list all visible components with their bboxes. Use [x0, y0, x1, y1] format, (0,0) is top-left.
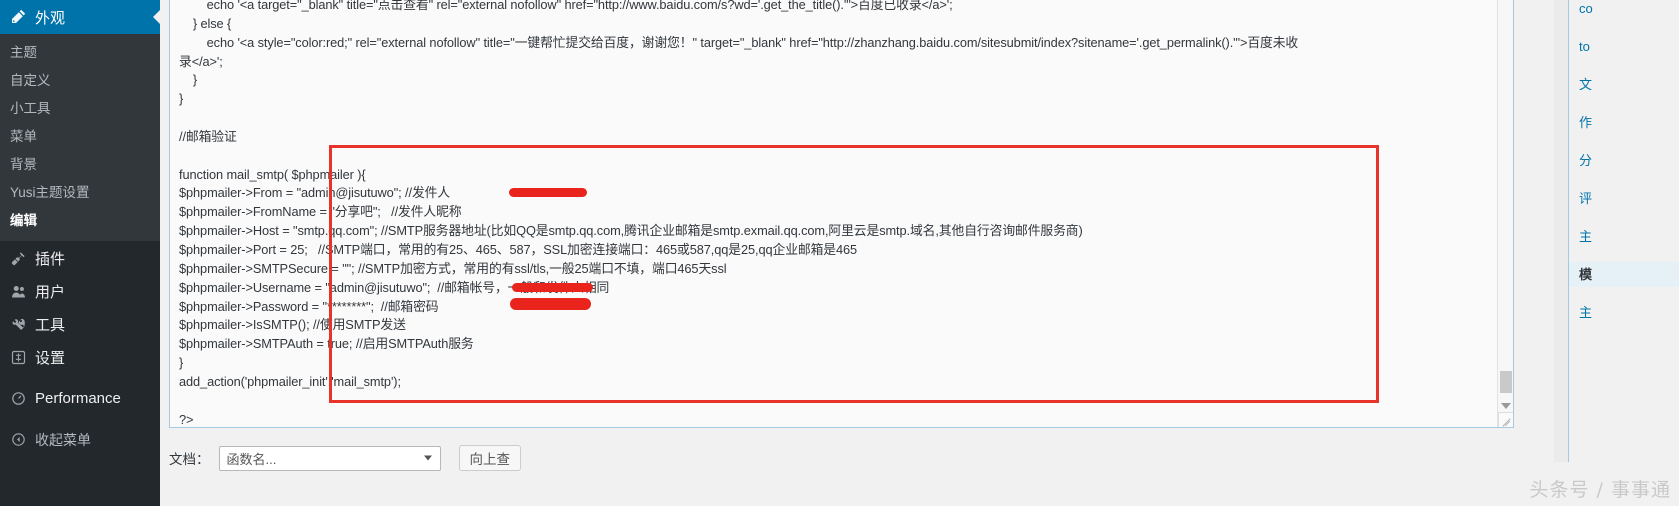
- password-redaction: [510, 298, 591, 310]
- code-line: $phpmailer->SMTPAuth = true; //启用SMTPAut…: [179, 336, 474, 352]
- submenu-item-themes[interactable]: 主题: [0, 39, 160, 67]
- collapse-arrow-icon: [8, 430, 28, 450]
- code-line: function mail_smtp( $phpmailer ){: [179, 166, 366, 182]
- file-list-item[interactable]: 主: [1569, 224, 1679, 249]
- sidebar-item-plugins-label: 插件: [35, 251, 66, 268]
- file-list-item[interactable]: 作: [1569, 110, 1679, 135]
- code-line: }: [179, 355, 184, 371]
- sidebar-item-tools[interactable]: 工具: [0, 308, 160, 341]
- file-list-item[interactable]: 文: [1569, 72, 1679, 97]
- textarea-scrollbar-thumb[interactable]: [1500, 371, 1512, 393]
- sidebar-item-appearance-label: 外观: [35, 9, 66, 27]
- editor-bottom-toolbar: 文档： 函数名... 向上查: [169, 443, 521, 473]
- submenu-item-yusi-theme-settings[interactable]: Yusi主题设置: [0, 179, 160, 207]
- code-line: //邮箱验证: [179, 128, 237, 144]
- submenu-item-editor[interactable]: 编辑: [0, 207, 160, 235]
- file-list-item[interactable]: 主: [1569, 300, 1679, 325]
- sidebar-item-collapse-label: 收起菜单: [35, 431, 91, 448]
- file-list-item[interactable]: co: [1569, 0, 1679, 21]
- code-line: $phpmailer->Password = "********"; //邮箱密…: [179, 298, 439, 314]
- code-line: ?>: [179, 411, 194, 427]
- from-email-redaction: [509, 188, 587, 197]
- appearance-brush-icon: [8, 7, 28, 27]
- wordpress-theme-editor-screen: 外观 主题 自定义 小工具 菜单 背景 Yusi主题设置 编辑 插件 用户 工具…: [0, 0, 1679, 506]
- theme-file-code-textarea[interactable]: echo '<a target="_blank" title="点击查看" re…: [169, 0, 1514, 428]
- code-line: $phpmailer->From = "admin@jisutuwo"; //发…: [179, 185, 451, 201]
- code-line: 录</a>';: [179, 53, 223, 69]
- theme-file-list: co to 文 作 分 评 主 模 主: [1568, 0, 1679, 462]
- textarea-vertical-scrollbar[interactable]: [1497, 0, 1513, 427]
- sidebar-item-tools-label: 工具: [35, 317, 66, 334]
- code-line: }: [179, 72, 197, 88]
- watermark-text: 头条号 / 事事通: [1529, 479, 1671, 501]
- performance-gauge-icon: [8, 389, 28, 409]
- code-line: echo '<a style="color:red;" rel="externa…: [179, 34, 1299, 50]
- code-line: $phpmailer->Port = 25; //SMTP端口，常用的有25、4…: [179, 241, 858, 257]
- function-name-select-value: 函数名...: [226, 451, 277, 467]
- submenu-item-menus[interactable]: 菜单: [0, 123, 160, 151]
- code-line: $phpmailer->FromName = "分享吧"; //发件人昵称: [179, 204, 462, 220]
- lookup-button-label: 向上查: [469, 452, 511, 467]
- submenu-item-background[interactable]: 背景: [0, 151, 160, 179]
- editor-main-panel: echo '<a target="_blank" title="点击查看" re…: [160, 0, 1551, 506]
- code-content: echo '<a target="_blank" title="点击查看" re…: [179, 0, 1513, 427]
- sidebar-item-appearance[interactable]: 外观: [0, 0, 160, 34]
- code-line: $phpmailer->Username = "admin@jisutuwo";…: [179, 279, 610, 295]
- appearance-submenu: 主题 自定义 小工具 菜单 背景 Yusi主题设置 编辑: [0, 34, 160, 241]
- sidebar-item-settings-label: 设置: [35, 350, 66, 367]
- code-line: }: [179, 91, 184, 107]
- textarea-resize-handle[interactable]: [1498, 412, 1513, 427]
- tools-wrench-icon: [8, 315, 28, 335]
- sidebar-item-users[interactable]: 用户: [0, 275, 160, 308]
- code-line: echo '<a target="_blank" title="点击查看" re…: [179, 0, 953, 12]
- code-line: $phpmailer->IsSMTP(); //使用SMTP发送: [179, 317, 406, 333]
- scroll-down-arrow-icon[interactable]: [1501, 403, 1511, 409]
- plugin-plug-icon: [8, 249, 28, 269]
- file-list-item-current[interactable]: 模: [1569, 262, 1679, 287]
- sidebar-item-settings[interactable]: 设置: [0, 341, 160, 374]
- code-line: $phpmailer->SMTPSecure = ""; //SMTP加密方式，…: [179, 260, 727, 276]
- documentation-label: 文档：: [169, 452, 210, 467]
- file-list-item[interactable]: 分: [1569, 148, 1679, 173]
- admin-sidebar: 外观 主题 自定义 小工具 菜单 背景 Yusi主题设置 编辑 插件 用户 工具…: [0, 0, 160, 506]
- sidebar-item-collapse-menu[interactable]: 收起菜单: [0, 423, 160, 456]
- code-line: add_action('phpmailer_init','mail_smtp')…: [179, 373, 401, 389]
- users-icon: [8, 282, 28, 302]
- submenu-item-widgets[interactable]: 小工具: [0, 95, 160, 123]
- file-list-item[interactable]: 评: [1569, 186, 1679, 211]
- code-line: $phpmailer->Host = "smtp.qq.com"; //SMTP…: [179, 223, 1083, 239]
- sidebar-item-performance-label: Performance: [35, 390, 121, 407]
- sidebar-current-arrow-icon: [153, 9, 160, 25]
- code-line: } else {: [179, 15, 232, 31]
- username-email-redaction: [512, 283, 593, 292]
- chevron-down-icon: [423, 455, 432, 461]
- file-list-item[interactable]: to: [1569, 34, 1679, 59]
- submenu-item-customize[interactable]: 自定义: [0, 67, 160, 95]
- settings-sliders-icon: [8, 348, 28, 368]
- function-name-select[interactable]: 函数名...: [218, 445, 441, 471]
- sidebar-item-plugins[interactable]: 插件: [0, 242, 160, 275]
- sidebar-item-performance[interactable]: Performance: [0, 382, 160, 415]
- editor-sidebar-gap: [1554, 0, 1568, 462]
- lookup-button[interactable]: 向上查: [458, 445, 521, 471]
- sidebar-item-users-label: 用户: [35, 284, 66, 301]
